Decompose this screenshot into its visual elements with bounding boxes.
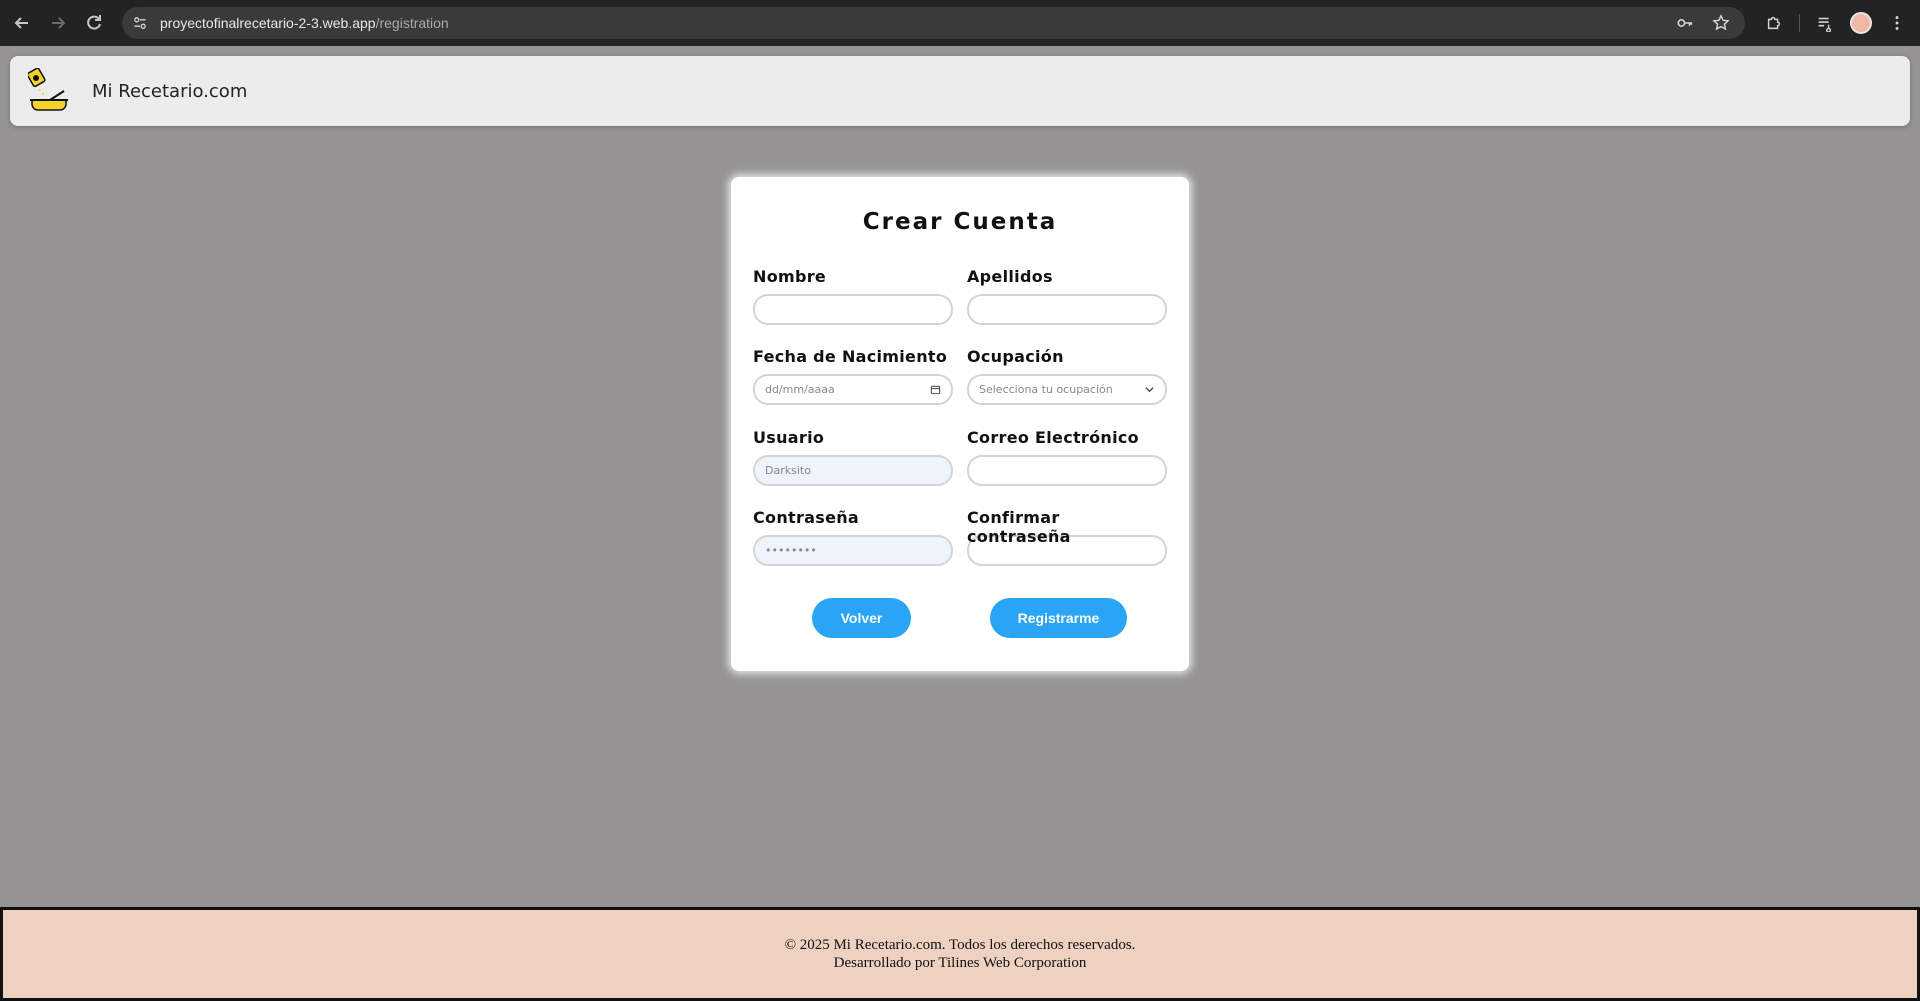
contrasena-value: •••••••• — [765, 544, 817, 557]
site-header: Mi Recetario.com — [10, 56, 1910, 126]
fecha-placeholder: dd/mm/aaaa — [765, 383, 835, 396]
back-arrow-icon[interactable] — [4, 5, 40, 41]
chevron-down-icon — [1145, 387, 1154, 393]
ocupacion-selected: Selecciona tu ocupación — [979, 383, 1113, 396]
reload-icon[interactable] — [76, 5, 112, 41]
bookmark-star-icon[interactable] — [1707, 9, 1735, 37]
contrasena-label: Contraseña — [753, 508, 860, 527]
apellidos-field: Apellidos — [967, 267, 1167, 325]
calendar-icon[interactable] — [930, 384, 941, 395]
usuario-input[interactable]: Darksito — [753, 455, 953, 486]
browser-toolbar: proyectofinalrecetario-2-3.web.app/regis… — [0, 0, 1920, 46]
nombre-input[interactable] — [753, 294, 953, 325]
registrarme-button[interactable]: Registrarme — [990, 598, 1127, 638]
address-bar[interactable]: proyectofinalrecetario-2-3.web.app/regis… — [122, 7, 1745, 39]
usuario-label: Usuario — [753, 428, 825, 447]
volver-button[interactable]: Volver — [812, 598, 911, 638]
media-queue-icon[interactable] — [1810, 8, 1840, 38]
registration-card: Crear Cuenta Nombre Apellidos Fecha de N… — [731, 177, 1189, 671]
profile-avatar[interactable] — [1846, 8, 1876, 38]
fecha-nacimiento-label: Fecha de Nacimiento — [753, 347, 948, 366]
extensions-puzzle-icon[interactable] — [1759, 8, 1789, 38]
cooking-pot-logo-icon[interactable] — [28, 68, 70, 114]
url-domain: proyectofinalrecetario-2-3.web.app — [160, 15, 376, 31]
url-text: proyectofinalrecetario-2-3.web.app/regis… — [160, 15, 449, 31]
fecha-nacimiento-input[interactable]: dd/mm/aaaa — [753, 374, 953, 405]
password-key-icon[interactable] — [1671, 9, 1699, 37]
form-title: Crear Cuenta — [862, 209, 1058, 235]
usuario-value: Darksito — [765, 464, 811, 477]
ocupacion-label: Ocupación — [967, 347, 1064, 366]
nombre-field: Nombre — [753, 267, 953, 325]
toolbar-divider — [1799, 14, 1800, 32]
confirmar-contrasena-label: Confirmar contraseña — [967, 508, 1071, 546]
ocupacion-select[interactable]: Selecciona tu ocupación — [967, 374, 1167, 405]
footer-copyright: © 2025 Mi Recetario.com. Todos los derec… — [784, 937, 1136, 953]
correo-field: Correo Electrónico — [967, 428, 1167, 486]
site-footer: © 2025 Mi Recetario.com. Todos los derec… — [0, 907, 1920, 1001]
fecha-nacimiento-field: Fecha de Nacimiento dd/mm/aaaa — [753, 347, 953, 405]
url-path: /registration — [375, 15, 449, 31]
usuario-field: Usuario Darksito — [753, 428, 953, 486]
footer-credits: Desarrollado por Tilines Web Corporation — [833, 955, 1087, 971]
site-info-icon[interactable] — [126, 9, 154, 37]
contrasena-input[interactable]: •••••••• — [753, 535, 953, 566]
apellidos-label: Apellidos — [967, 267, 1053, 286]
site-title[interactable]: Mi Recetario.com — [92, 81, 247, 102]
menu-kebab-icon[interactable] — [1882, 8, 1912, 38]
ocupacion-field: Ocupación Selecciona tu ocupación — [967, 347, 1167, 405]
forward-arrow-icon[interactable] — [40, 5, 76, 41]
apellidos-input[interactable] — [967, 294, 1167, 325]
nombre-label: Nombre — [753, 267, 827, 286]
contrasena-field: Contraseña •••••••• — [753, 508, 953, 566]
correo-label: Correo Electrónico — [967, 428, 1139, 447]
correo-input[interactable] — [967, 455, 1167, 486]
confirmar-contrasena-field: Confirmar contraseña — [967, 508, 1167, 566]
